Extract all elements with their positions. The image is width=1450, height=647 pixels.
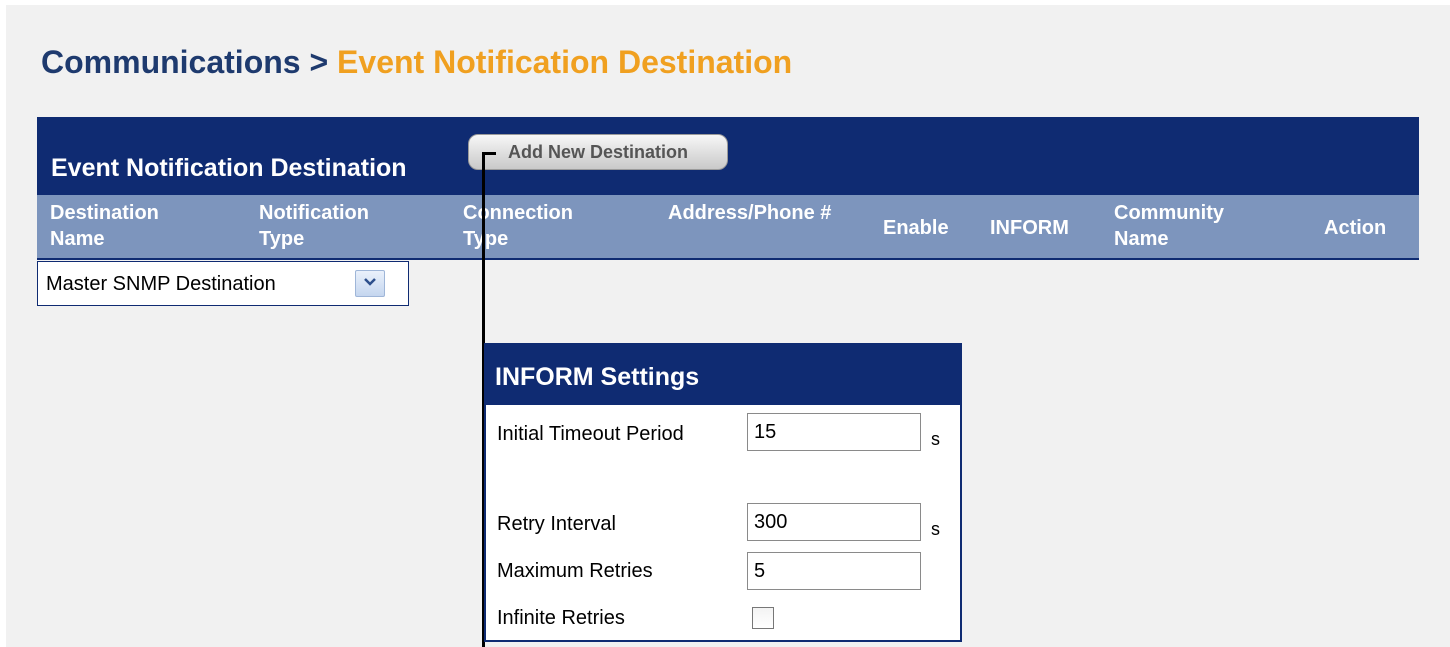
table-title: Event Notification Destination: [51, 154, 407, 182]
column-enable: Enable: [883, 217, 949, 239]
inform-settings-header: INFORM Settings: [486, 345, 960, 405]
initial-timeout-unit: s: [931, 429, 940, 449]
add-new-destination-button[interactable]: Add New Destination: [468, 134, 728, 170]
destination-table: Event Notification Destination Add New D…: [37, 117, 1419, 260]
infinite-retries-checkbox[interactable]: [752, 607, 774, 629]
column-notification-type: Notification Type: [259, 202, 369, 250]
column-community-name: Community Name: [1114, 202, 1224, 250]
destination-select[interactable]: Master SNMP Destination: [37, 261, 409, 306]
breadcrumb-separator: >: [309, 44, 329, 80]
dropdown-arrow-button[interactable]: [355, 270, 385, 297]
infinite-retries-label: Infinite Retries: [497, 607, 625, 629]
maximum-retries-label: Maximum Retries: [497, 560, 653, 582]
destination-select-value: Master SNMP Destination: [46, 273, 276, 295]
maximum-retries-input[interactable]: [747, 552, 921, 590]
column-inform: INFORM: [990, 217, 1069, 239]
column-action: Action: [1324, 217, 1387, 239]
breadcrumb-current: Event Notification Destination: [337, 44, 793, 80]
initial-timeout-label: Initial Timeout Period: [497, 423, 684, 445]
column-header-row: Destination Name Notification Type Conne…: [37, 195, 1419, 260]
inform-settings-panel: INFORM Settings Initial Timeout Period s…: [484, 343, 962, 642]
breadcrumb: Communications > Event Notification Dest…: [41, 44, 792, 81]
inform-settings-title: INFORM Settings: [495, 363, 700, 391]
table-header: Event Notification Destination Add New D…: [37, 117, 1419, 195]
initial-timeout-input[interactable]: [747, 413, 921, 451]
chevron-down-icon: [364, 278, 376, 286]
breadcrumb-parent[interactable]: Communications: [41, 44, 301, 80]
retry-interval-input[interactable]: [747, 503, 921, 541]
callout-tick: [482, 152, 496, 155]
column-connection-type: Connection Type: [463, 202, 573, 250]
retry-interval-unit: s: [931, 519, 940, 539]
column-destination-name: Destination Name: [50, 202, 159, 250]
retry-interval-label: Retry Interval: [497, 513, 616, 535]
column-address-phone: Address/Phone #: [668, 202, 832, 224]
